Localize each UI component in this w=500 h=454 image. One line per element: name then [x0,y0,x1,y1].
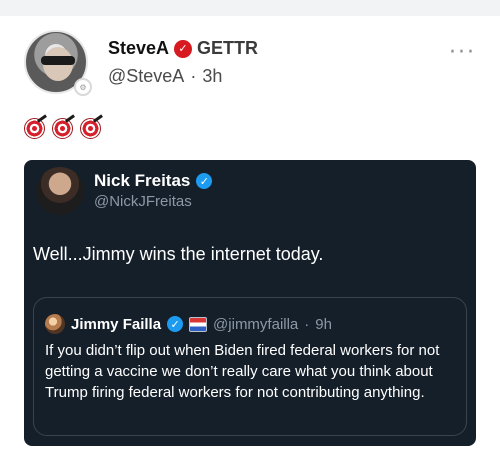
nested-post-text: If you didn’t flip out when Biden fired … [45,342,440,401]
avatar-badge-icon: ⚙ [74,78,92,96]
platform-name: GETTR [197,38,259,58]
direct-hit-icon [24,118,45,139]
emoji-row [24,118,101,139]
direct-hit-icon [80,118,101,139]
more-options-icon[interactable]: ··· [449,40,476,65]
gettr-badge-icon: ✓ [174,39,193,58]
display-name[interactable]: SteveA [108,38,169,59]
nested-quote-header: Jimmy Failla ✓ @jimmyfailla · 9h [45,314,332,334]
blue-check-icon: ✓ [196,173,213,189]
nested-author-handle[interactable]: @jimmyfailla [213,316,298,333]
avatar-glasses [41,56,75,65]
handle-row: @SteveA · 3h [108,66,222,87]
nested-author-name[interactable]: Jimmy Failla [71,316,161,333]
card-post-text: Well...Jimmy wins the internet today. [33,244,324,264]
top-bar [0,0,500,16]
nested-quote-card[interactable]: Jimmy Failla ✓ @jimmyfailla · 9h If you … [33,297,467,436]
card-author-name[interactable]: Nick Freitas [94,171,190,191]
nested-separator-dot: · [304,315,310,333]
direct-hit-icon [52,118,73,139]
card-author-avatar[interactable] [36,167,84,215]
card-author-handle[interactable]: @NickJFreitas [94,193,192,210]
author-handle[interactable]: @SteveA [108,66,184,87]
nested-author-avatar[interactable] [45,314,65,334]
separator-dot: · [190,66,197,86]
blue-check-icon: ✓ [167,316,184,332]
embedded-post-card[interactable]: Nick Freitas ✓ @NickJFreitas Well...Jimm… [24,160,476,446]
flag-icon [189,316,208,332]
post-time: 3h [202,66,223,86]
post-header: ⚙ SteveA ✓ GETTR @SteveA · 3h ··· [24,30,484,100]
author-name-row: SteveA ✓ GETTR [108,38,258,59]
card-author-row: Nick Freitas ✓ [94,171,213,191]
nested-post-time: 9h [315,315,332,333]
